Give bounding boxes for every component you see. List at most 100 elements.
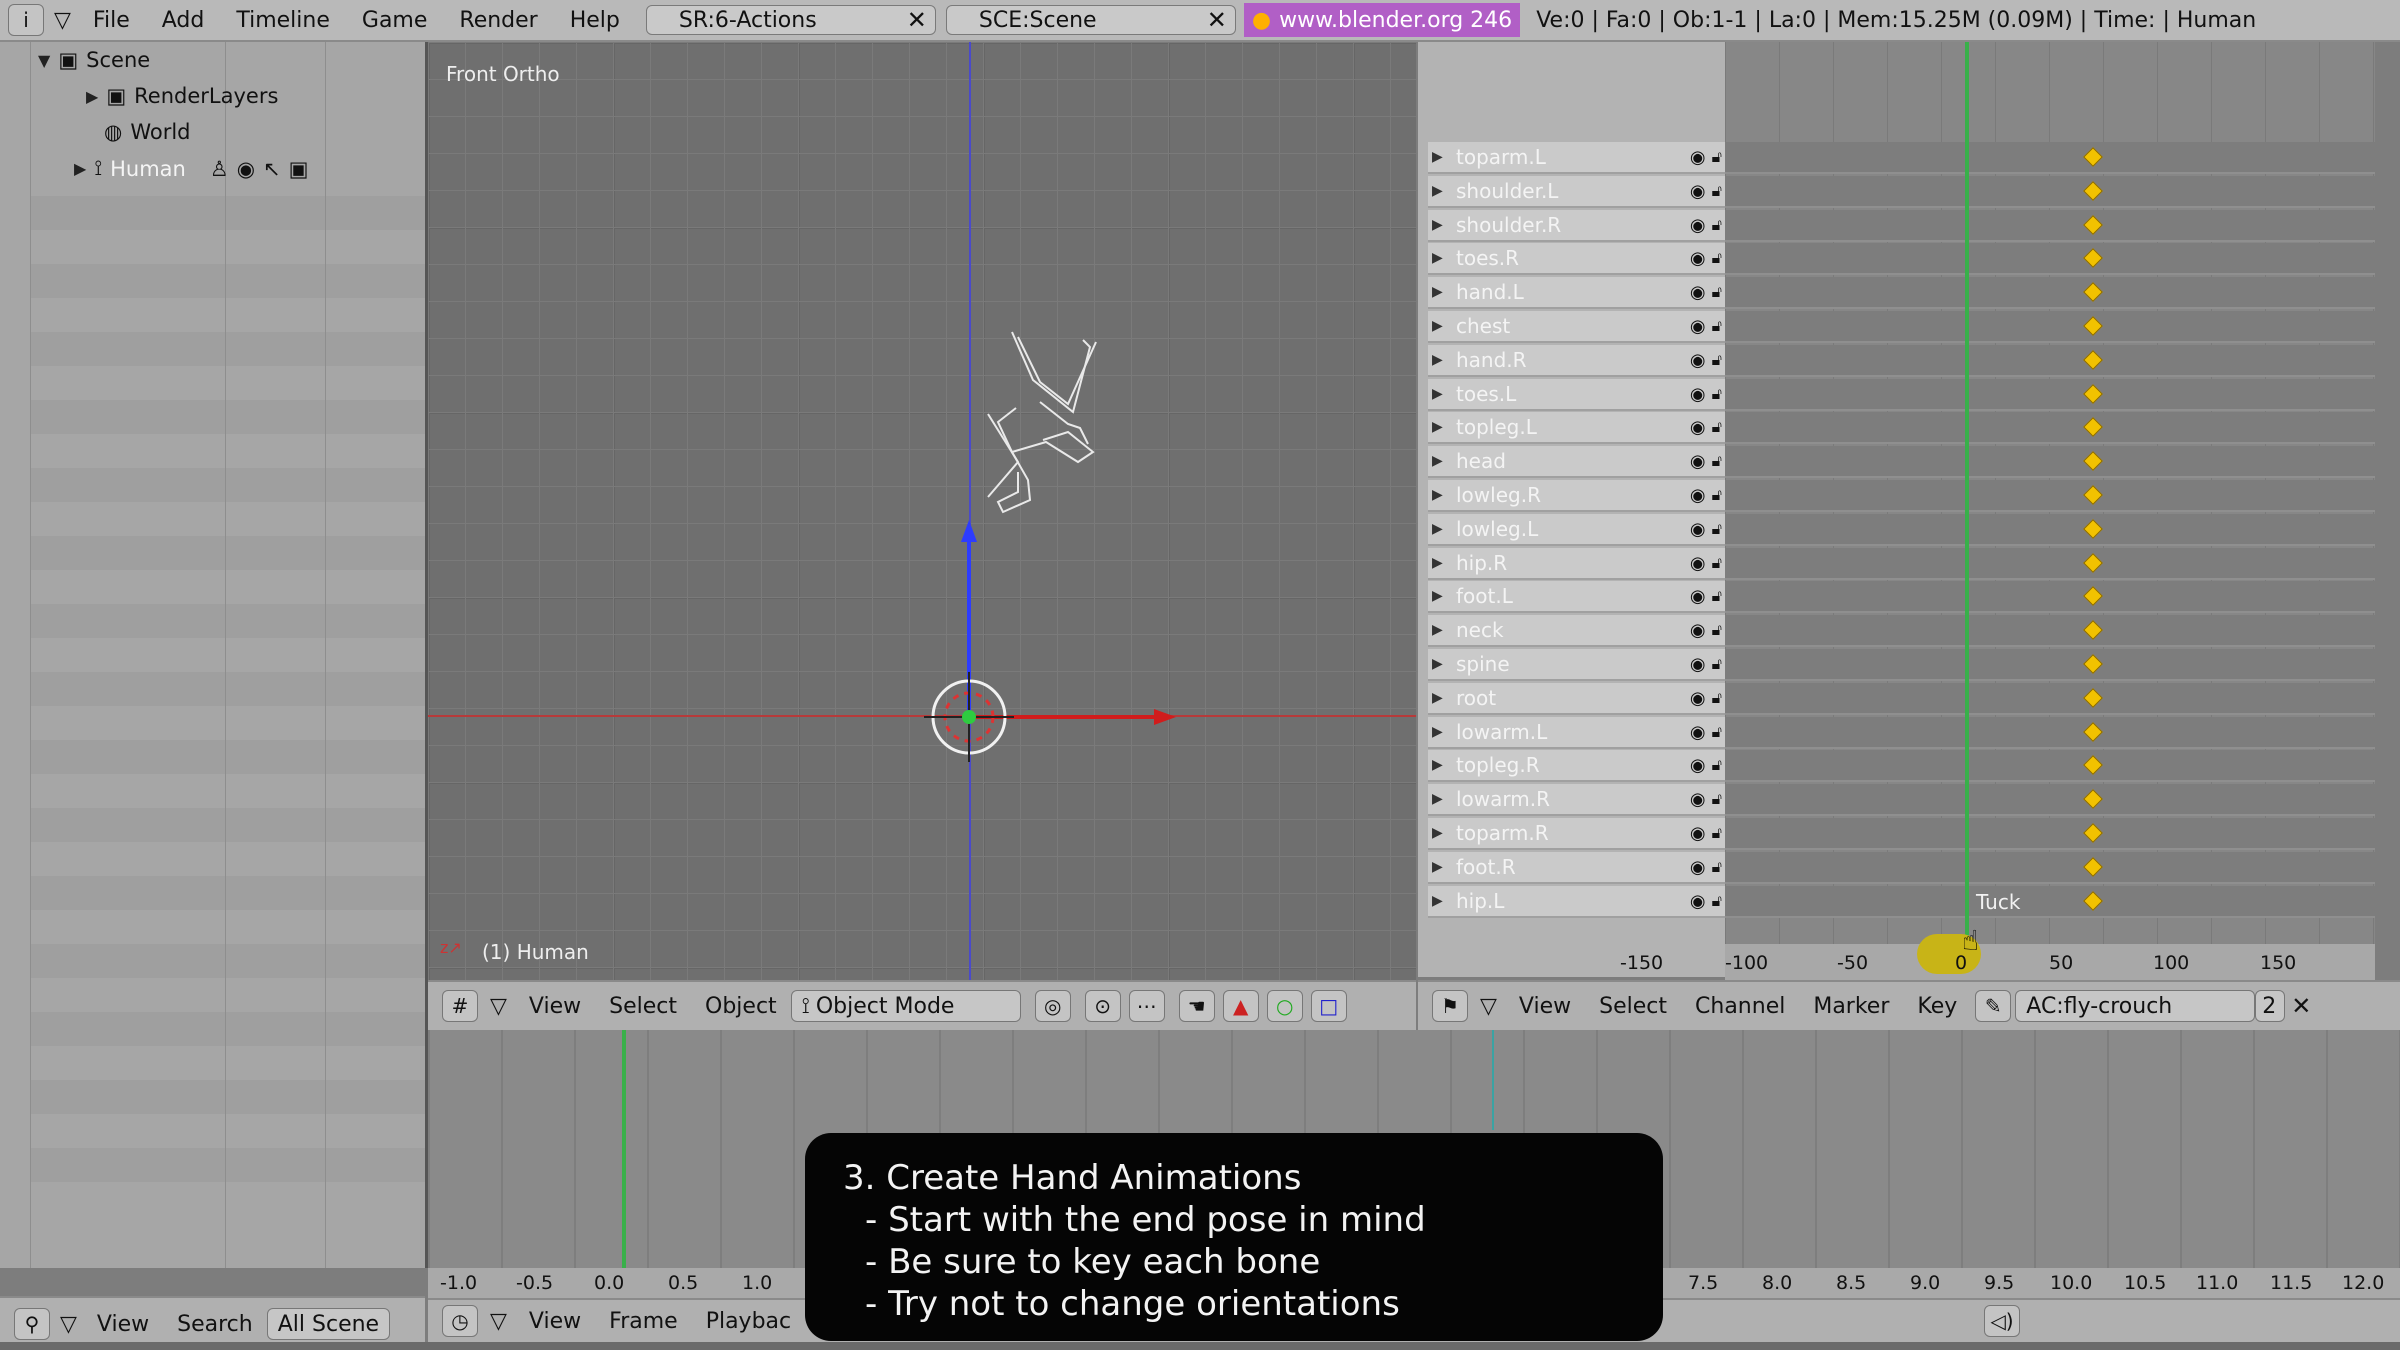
lock-icon[interactable]: 🔓︎ xyxy=(1712,688,1722,708)
lock-icon[interactable]: 🔓︎ xyxy=(1712,485,1722,505)
scale-icon[interactable]: □ xyxy=(1310,990,1347,1022)
menu-render[interactable]: Render xyxy=(443,8,553,33)
eye-icon[interactable]: ◉ xyxy=(1690,620,1706,641)
lock-icon[interactable]: 🔓︎ xyxy=(1712,722,1722,742)
keyframe-row[interactable] xyxy=(1725,581,2375,613)
eye-icon[interactable]: ◉ xyxy=(1690,688,1706,709)
restrict-render-icon[interactable]: ▣ xyxy=(289,157,309,181)
collapse-icon[interactable]: ▽ xyxy=(60,1312,77,1337)
rotate-icon[interactable]: ○ xyxy=(1266,990,1303,1022)
expand-right-icon[interactable]: ▶ xyxy=(1432,250,1443,266)
timeline-playback-menu[interactable]: Playbac xyxy=(692,1309,805,1334)
keyframe-row[interactable] xyxy=(1725,818,2375,850)
keyframe-row[interactable] xyxy=(1725,683,2375,715)
lock-icon[interactable]: 🔓︎ xyxy=(1712,384,1722,404)
hand-manipulator-icon[interactable]: ☚ xyxy=(1178,990,1215,1022)
keyframe-row[interactable] xyxy=(1725,886,2375,918)
eye-icon[interactable]: ◉ xyxy=(1690,485,1706,506)
keyframe-row[interactable] xyxy=(1725,345,2375,377)
menu-timeline[interactable]: Timeline xyxy=(220,8,346,33)
lock-icon[interactable]: 🔓︎ xyxy=(1712,316,1722,336)
action-select-menu[interactable]: Select xyxy=(1585,994,1681,1019)
restrict-select-icon[interactable]: ↖ xyxy=(263,157,281,181)
lock-icon[interactable]: 🔓︎ xyxy=(1712,553,1722,573)
keyframe-marker[interactable] xyxy=(2083,586,2103,606)
eye-icon[interactable]: ◉ xyxy=(1690,654,1706,675)
action-channel[interactable]: ▶ topleg.L ◉ 🔓︎ xyxy=(1428,412,1728,444)
action-channel[interactable]: ▶ lowleg.L ◉ 🔓︎ xyxy=(1428,514,1728,546)
collapse-icon[interactable]: ▽ xyxy=(490,1309,507,1334)
keyframe-marker[interactable] xyxy=(2083,485,2103,505)
action-channel[interactable]: ▶ root ◉ 🔓︎ xyxy=(1428,683,1728,715)
keyframe-row[interactable] xyxy=(1725,176,2375,208)
eye-icon[interactable]: ◉ xyxy=(1690,248,1706,269)
lock-icon[interactable]: 🔓︎ xyxy=(1712,181,1722,201)
keyframe-row[interactable] xyxy=(1725,717,2375,749)
action-channel[interactable]: ▶ topleg.R ◉ 🔓︎ xyxy=(1428,750,1728,782)
eye-icon[interactable]: ◉ xyxy=(1690,586,1706,607)
keyframe-marker[interactable] xyxy=(2083,384,2103,404)
layer-buttons-icon[interactable]: ⋯ xyxy=(1128,990,1165,1022)
menu-help[interactable]: Help xyxy=(554,8,636,33)
action-key-area[interactable] xyxy=(1725,42,2375,944)
keyframe-marker[interactable] xyxy=(2083,789,2103,809)
expand-right-icon[interactable]: ▶ xyxy=(1432,149,1443,165)
action-channel[interactable]: ▶ spine ◉ 🔓︎ xyxy=(1428,649,1728,681)
keyframe-marker[interactable] xyxy=(2083,688,2103,708)
action-select[interactable]: AC:fly-crouch xyxy=(2015,990,2256,1022)
lock-icon[interactable]: 🔓︎ xyxy=(1712,248,1722,268)
action-key-menu[interactable]: Key xyxy=(1903,994,1971,1019)
action-channel[interactable]: ▶ hand.L ◉ 🔓︎ xyxy=(1428,277,1728,309)
action-channel[interactable]: ▶ hand.R ◉ 🔓︎ xyxy=(1428,345,1728,377)
expand-right-icon[interactable]: ▶ xyxy=(1432,859,1443,875)
eye-icon[interactable]: ◉ xyxy=(1690,417,1706,438)
lock-icon[interactable]: 🔓︎ xyxy=(1712,654,1722,674)
3d-viewport[interactable]: Front Ortho (1) Human z↗ xyxy=(428,42,1416,980)
menu-game[interactable]: Game xyxy=(346,8,444,33)
eye-icon[interactable]: ◉ xyxy=(1690,755,1706,776)
lock-icon[interactable]: 🔓︎ xyxy=(1712,147,1722,167)
keyframe-marker[interactable] xyxy=(2083,519,2103,539)
lock-icon[interactable]: 🔓︎ xyxy=(1712,417,1722,437)
expand-right-icon[interactable]: ▶ xyxy=(1432,419,1443,435)
expand-right-icon[interactable]: ▶ xyxy=(1432,656,1443,672)
keyframe-marker[interactable] xyxy=(2083,350,2103,370)
keyframe-row[interactable] xyxy=(1725,311,2375,343)
action-channel[interactable]: ▶ toes.L ◉ 🔓︎ xyxy=(1428,379,1728,411)
translate-icon[interactable]: ▲ xyxy=(1222,990,1259,1022)
eye-icon[interactable]: ◉ xyxy=(1690,891,1706,912)
unlink-action-icon[interactable]: ✕ xyxy=(2291,992,2311,1020)
action-channel[interactable]: ▶ foot.L ◉ 🔓︎ xyxy=(1428,581,1728,613)
lock-icon[interactable]: 🔓︎ xyxy=(1712,586,1722,606)
keyframe-marker[interactable] xyxy=(2083,147,2103,167)
action-view-menu[interactable]: View xyxy=(1505,994,1585,1019)
menu-file[interactable]: File xyxy=(77,8,146,33)
action-channel[interactable]: ▶ neck ◉ 🔓︎ xyxy=(1428,615,1728,647)
outliner-item-scene[interactable]: ▼ ▣ Scene xyxy=(38,48,150,72)
close-screen-icon[interactable]: ✕ xyxy=(907,6,927,34)
scene-selector[interactable]: SCE:Scene ✕ xyxy=(945,5,1236,35)
keyframe-row[interactable] xyxy=(1725,852,2375,884)
eye-icon[interactable]: ◉ xyxy=(1690,519,1706,540)
eye-icon[interactable]: ◉ xyxy=(1690,282,1706,303)
keyframe-row[interactable] xyxy=(1725,412,2375,444)
expand-right-icon[interactable]: ▶ xyxy=(1432,791,1443,807)
action-channel-menu[interactable]: Channel xyxy=(1681,994,1799,1019)
lock-icon[interactable]: 🔓︎ xyxy=(1712,891,1722,911)
timeline-current-frame[interactable] xyxy=(622,1030,626,1268)
timeline-frame-menu[interactable]: Frame xyxy=(595,1309,692,1334)
eye-icon[interactable]: ◉ xyxy=(1690,553,1706,574)
screen-selector[interactable]: SR:6-Actions ✕ xyxy=(645,5,936,35)
expand-right-icon[interactable]: ▶ xyxy=(1432,588,1443,604)
action-channel[interactable]: ▶ toparm.L ◉ 🔓︎ xyxy=(1428,142,1728,174)
lock-icon[interactable]: 🔓︎ xyxy=(1712,215,1722,235)
action-channel[interactable]: ▶ shoulder.L ◉ 🔓︎ xyxy=(1428,176,1728,208)
keyframe-marker[interactable] xyxy=(2083,654,2103,674)
keyframe-row[interactable] xyxy=(1725,142,2375,174)
object-mode-select[interactable]: ⟟ Object Mode xyxy=(790,990,1021,1022)
keyframe-marker[interactable] xyxy=(2083,891,2103,911)
draw-type-icon[interactable]: ◎ xyxy=(1034,990,1071,1022)
action-channel[interactable]: ▶ lowarm.L ◉ 🔓︎ xyxy=(1428,717,1728,749)
keyframe-marker[interactable] xyxy=(2083,181,2103,201)
eye-icon[interactable]: ◉ xyxy=(1690,350,1706,371)
